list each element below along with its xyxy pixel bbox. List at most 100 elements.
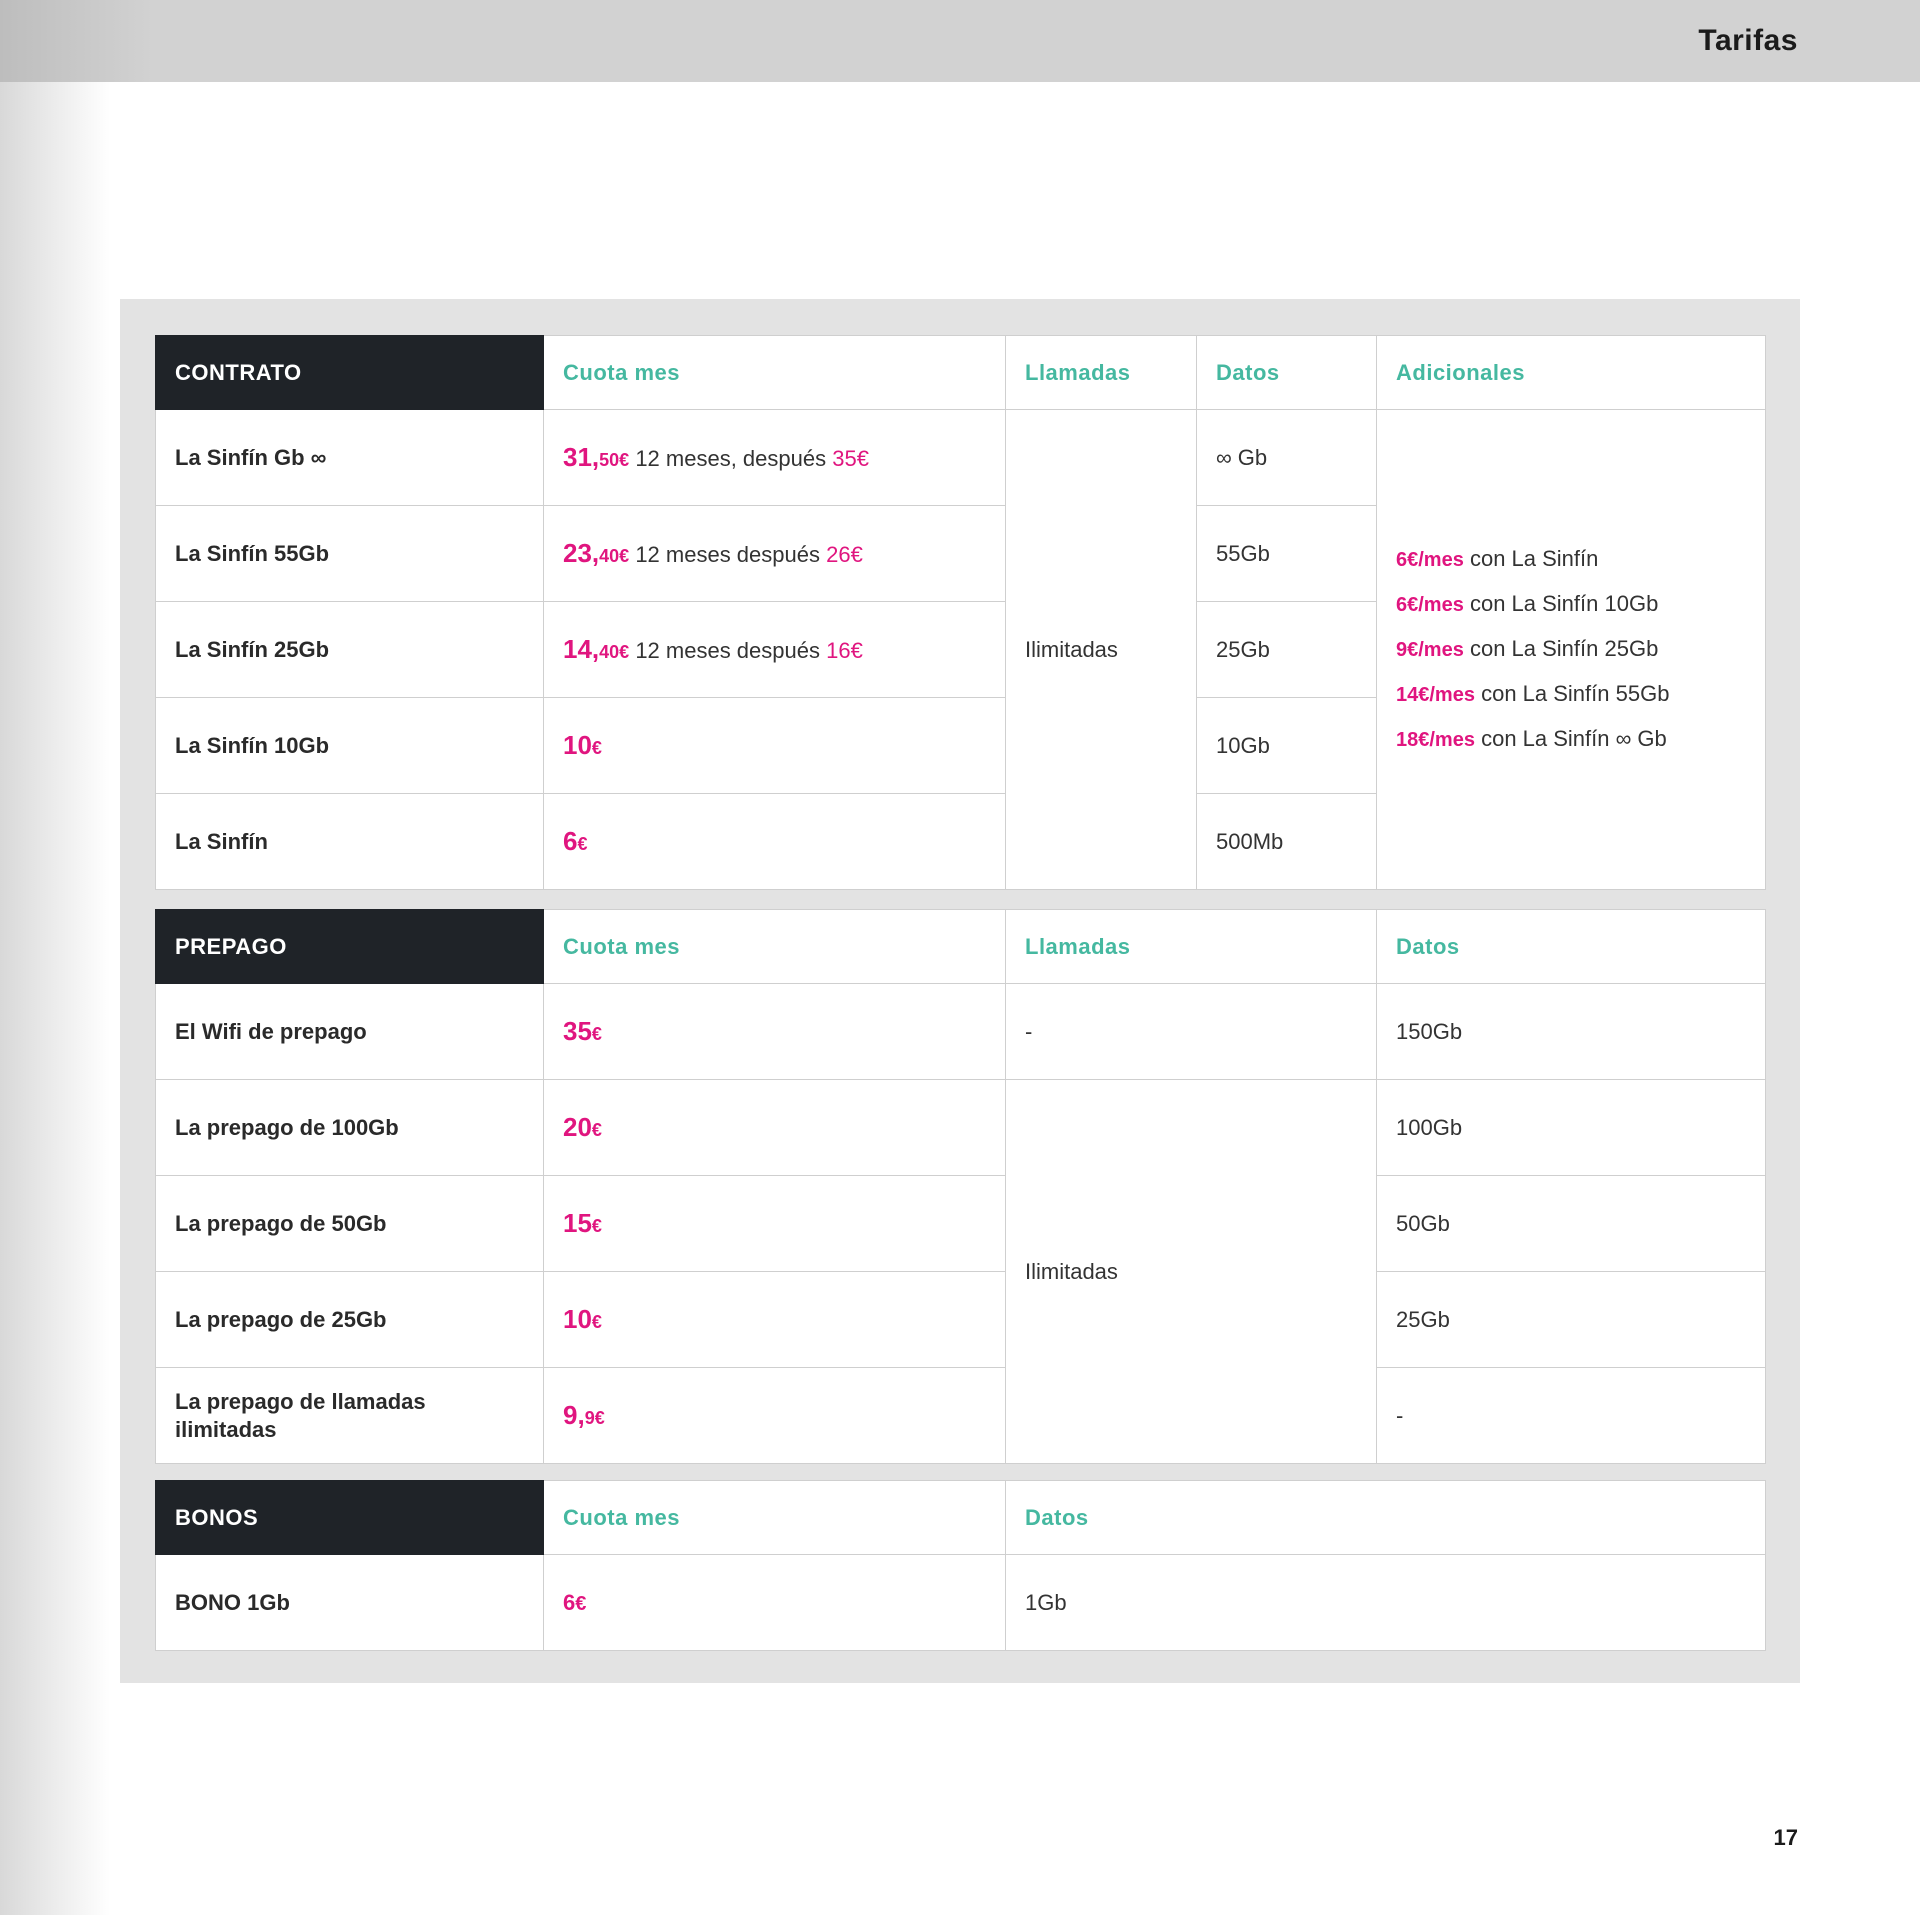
- price-note: 12 meses, después: [629, 446, 833, 471]
- plan-price: 35€: [543, 983, 1006, 1080]
- plan-price: 6€: [543, 1554, 1006, 1651]
- adicional-text: con La Sinfín: [1463, 546, 1599, 571]
- section-label-prepago: PREPAGO: [155, 909, 544, 984]
- llamadas-value: Ilimitadas: [1005, 409, 1197, 890]
- datos-value: ∞ Gb: [1196, 409, 1377, 506]
- plan-price: 10€: [543, 1271, 1006, 1368]
- datos-value: 10Gb: [1196, 697, 1377, 794]
- table-row: La prepago de llamadas ilimitadas 9,9€ -: [155, 1367, 1766, 1464]
- datos-value: 150Gb: [1376, 983, 1766, 1080]
- adicional-price: 14€/mes: [1396, 684, 1475, 706]
- price-dec: €: [591, 1024, 602, 1044]
- price-dec: 40€: [599, 642, 630, 662]
- plan-name: La Sinfín 10Gb: [155, 697, 544, 794]
- table-row: BONO 1Gb 6€ 1Gb: [155, 1554, 1766, 1651]
- adicional-text: con La Sinfín ∞ Gb: [1474, 726, 1667, 751]
- page-edge-shadow: [0, 0, 110, 1915]
- plan-name: El Wifi de prepago: [155, 983, 544, 1080]
- plan-price: 15€: [543, 1175, 1006, 1272]
- plan-name: La prepago de 50Gb: [155, 1175, 544, 1272]
- adicional-text: con La Sinfín 25Gb: [1463, 636, 1659, 661]
- table-row: La prepago de 50Gb 15€ 50Gb: [155, 1175, 1766, 1272]
- datos-value: -: [1376, 1367, 1766, 1464]
- datos-value: 25Gb: [1196, 601, 1377, 698]
- adicional-item: 6€/mes con La Sinfín: [1396, 537, 1746, 582]
- adicional-text: con La Sinfín 10Gb: [1463, 591, 1659, 616]
- bonos-header-row: BONOS Cuota mes Datos: [155, 1480, 1766, 1555]
- col-header-datos: Datos: [1005, 1480, 1766, 1555]
- col-header-adicionales: Adicionales: [1376, 335, 1766, 410]
- col-header-cuota: Cuota mes: [543, 335, 1006, 410]
- datos-value: 500Mb: [1196, 793, 1377, 890]
- table-row: La prepago de 25Gb 10€ 25Gb: [155, 1271, 1766, 1368]
- datos-value: 100Gb: [1376, 1079, 1766, 1176]
- plan-name: La prepago de 25Gb: [155, 1271, 544, 1368]
- price-dec: €: [591, 1216, 602, 1236]
- col-header-llamadas: Llamadas: [1005, 335, 1197, 410]
- plan-name: La prepago de llamadas ilimitadas: [155, 1367, 544, 1464]
- adicional-price: 9€/mes: [1396, 639, 1464, 661]
- col-header-cuota: Cuota mes: [543, 909, 1006, 984]
- price-dec: €: [577, 834, 588, 854]
- price-after: 16€: [826, 638, 863, 663]
- plan-price: 31,50€ 12 meses, después 35€: [543, 409, 1006, 506]
- price-int: 23,: [563, 538, 600, 568]
- adicional-item: 18€/mes con La Sinfín ∞ Gb: [1396, 717, 1746, 762]
- plan-name: La prepago de 100Gb: [155, 1079, 544, 1176]
- price-after: 35€: [832, 446, 869, 471]
- price-int: 31,: [563, 442, 600, 472]
- price-int: 6: [563, 826, 578, 856]
- col-header-datos: Datos: [1196, 335, 1377, 410]
- price-int: 20: [563, 1112, 592, 1142]
- plan-name: La Sinfín 25Gb: [155, 601, 544, 698]
- price-int: 14,: [563, 634, 600, 664]
- adicional-text: con La Sinfín 55Gb: [1474, 681, 1670, 706]
- plan-name: La Sinfín: [155, 793, 544, 890]
- price-note: 12 meses después: [629, 638, 827, 663]
- prepago-header-row: PREPAGO Cuota mes Llamadas Datos: [155, 909, 1766, 984]
- price-int: 10: [563, 730, 592, 760]
- page-number: 17: [1773, 1825, 1798, 1850]
- section-label-contrato: CONTRATO: [155, 335, 544, 410]
- price-dec: €: [591, 1312, 602, 1332]
- price-dec: 9€: [584, 1408, 605, 1428]
- adicional-price: 18€/mes: [1396, 729, 1475, 751]
- header-bar: Tarifas: [0, 0, 1920, 82]
- plan-price: 6€: [543, 793, 1006, 890]
- plan-price: 23,40€ 12 meses después 26€: [543, 505, 1006, 602]
- plan-price: 14,40€ 12 meses después 16€: [543, 601, 1006, 698]
- price-dec: €: [591, 738, 602, 758]
- prepago-table: PREPAGO Cuota mes Llamadas Datos El Wifi…: [155, 909, 1766, 1464]
- price-int: 15: [563, 1208, 592, 1238]
- plan-name: BONO 1Gb: [155, 1554, 544, 1651]
- plan-price: 9,9€: [543, 1367, 1006, 1464]
- price-after: 26€: [826, 542, 863, 567]
- adicional-price: 6€/mes: [1396, 594, 1464, 616]
- price-dec: €: [575, 1592, 587, 1615]
- plan-name: La Sinfín 55Gb: [155, 505, 544, 602]
- table-row: El Wifi de prepago 35€ - 150Gb: [155, 983, 1766, 1080]
- adicional-price: 6€/mes: [1396, 549, 1464, 571]
- datos-value: 1Gb: [1005, 1554, 1766, 1651]
- plan-price: 10€: [543, 697, 1006, 794]
- table-row: La prepago de 100Gb 20€ Ilimitadas 100Gb: [155, 1079, 1766, 1464]
- section-label-bonos: BONOS: [155, 1480, 544, 1555]
- price-int: 35: [563, 1016, 592, 1046]
- contrato-header-row: CONTRATO Cuota mes Llamadas Datos Adicio…: [155, 335, 1766, 410]
- col-header-datos: Datos: [1376, 909, 1766, 984]
- price-int: 10: [563, 1304, 592, 1334]
- col-header-cuota: Cuota mes: [543, 1480, 1006, 1555]
- table-row: La Sinfín Gb ∞ 31,50€ 12 meses, después …: [155, 409, 1766, 890]
- page-title: Tarifas: [1698, 24, 1798, 57]
- price-note: 12 meses después: [629, 542, 827, 567]
- adicional-item: 6€/mes con La Sinfín 10Gb: [1396, 582, 1746, 627]
- datos-value: 25Gb: [1376, 1271, 1766, 1368]
- datos-value: 50Gb: [1376, 1175, 1766, 1272]
- plan-name: La Sinfín Gb ∞: [155, 409, 544, 506]
- llamadas-value: Ilimitadas: [1005, 1079, 1377, 1464]
- adicionales-list: 6€/mes con La Sinfín 6€/mes con La Sinfí…: [1376, 409, 1766, 890]
- price-int: 9,: [563, 1400, 585, 1430]
- price-dec: €: [591, 1120, 602, 1140]
- price-int: 6: [563, 1589, 576, 1615]
- adicional-item: 9€/mes con La Sinfín 25Gb: [1396, 627, 1746, 672]
